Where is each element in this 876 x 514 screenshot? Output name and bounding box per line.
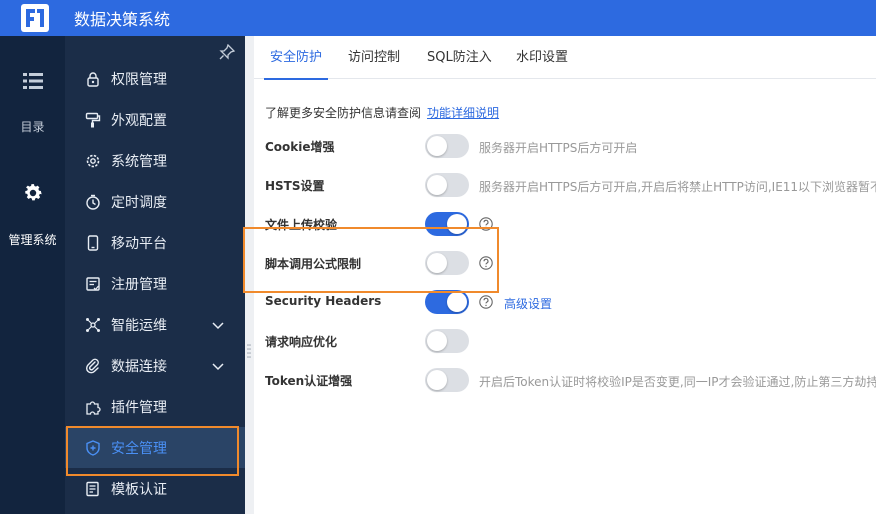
advanced-settings-link[interactable]: 高级设置: [504, 295, 552, 312]
tab-security-protection[interactable]: 安全防护: [263, 36, 329, 80]
tab-access-control[interactable]: 访问控制: [348, 36, 400, 79]
sidebar-item-label: 移动平台: [111, 235, 167, 252]
paint-roller-icon: [85, 112, 101, 127]
setting-row-token-auth: Token认证增强 开启后Token认证时将校验IP是否变更,同一IP才会验证通…: [265, 368, 876, 394]
sidebar-item-data-connection[interactable]: 数据连接: [65, 345, 245, 386]
setting-label: Cookie增强: [265, 140, 335, 154]
sidebar-item-label: 数据连接: [111, 358, 167, 375]
app-logo[interactable]: [16, 0, 54, 36]
setting-row-security-headers: Security Headers 高级设置: [265, 290, 876, 316]
template-icon: [86, 481, 99, 496]
sidebar-item-ops[interactable]: 智能运维: [65, 304, 245, 345]
setting-description: 服务器开启HTTPS后方可开启,开启后将禁止HTTP访问,IE11以下浏览器暂不…: [479, 180, 876, 194]
sidebar-item-label: 权限管理: [111, 71, 167, 88]
left-rail: 目录 管理系统: [0, 36, 65, 514]
app-title: 数据决策系统: [74, 10, 171, 29]
sidebar-item-appearance[interactable]: 外观配置: [65, 99, 245, 140]
network-icon: [86, 317, 100, 332]
chevron-down-icon: [212, 363, 224, 371]
intro-label: 了解更多安全防护信息请查阅: [265, 106, 422, 120]
response-optimization-toggle[interactable]: [425, 329, 469, 353]
gear-icon: [24, 184, 42, 201]
sidebar-item-registration[interactable]: 注册管理: [65, 263, 245, 304]
intro-text: 了解更多安全防护信息请查阅 功能详细说明: [265, 104, 499, 121]
top-bar: 数据决策系统: [0, 0, 876, 36]
rail-item-management[interactable]: 管理系统: [0, 182, 65, 248]
setting-label: Security Headers: [265, 294, 382, 308]
setting-description: 服务器开启HTTPS后方可开启: [479, 141, 638, 155]
setting-label: HSTS设置: [265, 179, 325, 193]
setting-row-response-optimization: 请求响应优化: [265, 329, 876, 355]
chevron-down-icon: [212, 322, 224, 330]
timer-icon: [86, 194, 100, 210]
sidebar-item-label: 系统管理: [111, 153, 167, 170]
link-icon: [85, 358, 99, 373]
setting-row-cookie: Cookie增强 服务器开启HTTPS后方可开启: [265, 134, 876, 160]
sidebar-item-label: 模板认证: [111, 481, 167, 498]
script-formula-highlight-box: [243, 227, 499, 293]
gear-icon: [86, 154, 100, 167]
setting-label: Token认证增强: [265, 374, 353, 388]
rail-item-catalog[interactable]: 目录: [0, 72, 65, 135]
setting-description: 开启后Token认证时将校验IP是否变更,同一IP才会验证通过,防止第三方劫持: [479, 375, 876, 389]
tab-bar: 安全防护 访问控制 SQL防注入 水印设置: [254, 36, 876, 80]
sidebar-item-mobile[interactable]: 移动平台: [65, 222, 245, 263]
resize-handle-icon[interactable]: [247, 342, 251, 360]
help-icon[interactable]: [479, 295, 493, 309]
sidebar-item-schedule[interactable]: 定时调度: [65, 181, 245, 222]
list-icon: [22, 73, 43, 89]
token-auth-toggle[interactable]: [425, 368, 469, 392]
sidebar-item-label: 插件管理: [111, 399, 167, 416]
sidebar-item-label: 定时调度: [111, 194, 167, 211]
cookie-toggle[interactable]: [425, 134, 469, 158]
setting-label: 请求响应优化: [265, 335, 338, 349]
sidebar-item-permissions[interactable]: 权限管理: [65, 58, 245, 99]
sidebar-item-system[interactable]: 系统管理: [65, 140, 245, 181]
sidebar-item-label: 注册管理: [111, 276, 167, 293]
mobile-icon: [87, 234, 99, 251]
tab-sql-injection[interactable]: SQL防注入: [427, 36, 492, 79]
lock-icon: [87, 71, 99, 87]
rail-label: 目录: [20, 120, 45, 134]
tab-watermark[interactable]: 水印设置: [516, 36, 568, 79]
security-nav-highlight-box: [66, 426, 239, 476]
setting-row-hsts: HSTS设置 服务器开启HTTPS后方可开启,开启后将禁止HTTP访问,IE11…: [265, 173, 876, 199]
security-headers-toggle[interactable]: [425, 290, 469, 314]
hsts-toggle[interactable]: [425, 173, 469, 197]
sidebar-item-label: 智能运维: [111, 317, 167, 334]
register-icon: [86, 276, 100, 291]
sidebar-item-plugins[interactable]: 插件管理: [65, 386, 245, 427]
puzzle-icon: [86, 400, 101, 415]
feature-docs-link[interactable]: 功能详细说明: [427, 106, 499, 120]
rail-label: 管理系统: [8, 233, 57, 247]
sidebar-item-label: 外观配置: [111, 112, 167, 129]
